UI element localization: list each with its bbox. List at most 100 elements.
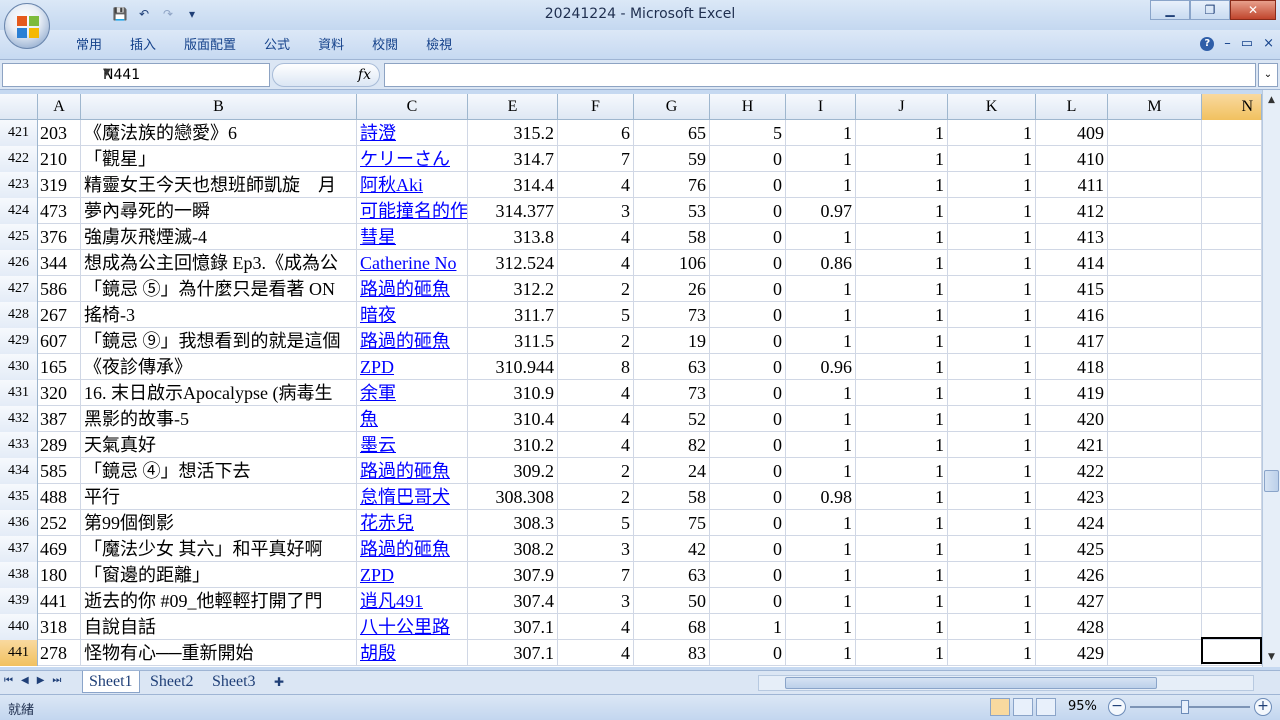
cell-l[interactable]: 427: [1036, 588, 1108, 614]
row-header[interactable]: 429: [0, 328, 38, 354]
empty-cell[interactable]: [1108, 536, 1202, 562]
cell-e[interactable]: 307.1: [468, 640, 558, 666]
cell-f[interactable]: 5: [558, 510, 634, 536]
cell-j[interactable]: 1: [856, 302, 948, 328]
cell-h[interactable]: 0: [710, 536, 786, 562]
insert-function-icon[interactable]: fx: [358, 67, 371, 83]
zoom-out-icon[interactable]: −: [1108, 698, 1126, 716]
author-link-cell[interactable]: 暗夜: [357, 302, 468, 328]
zoom-level[interactable]: 95%: [1068, 699, 1097, 714]
empty-cell[interactable]: [1202, 536, 1262, 562]
name-box-dropdown-icon[interactable]: ▼: [103, 67, 265, 78]
cell-k[interactable]: 1: [948, 458, 1036, 484]
cell-l[interactable]: 423: [1036, 484, 1108, 510]
empty-cell[interactable]: [1202, 120, 1262, 146]
empty-cell[interactable]: [1202, 198, 1262, 224]
author-link-cell[interactable]: 路過的砸魚: [357, 536, 468, 562]
cell-g[interactable]: 83: [634, 640, 710, 666]
cell-k[interactable]: 1: [948, 510, 1036, 536]
cell-l[interactable]: 418: [1036, 354, 1108, 380]
cell-j[interactable]: 1: [856, 640, 948, 666]
author-link-cell[interactable]: 余軍: [357, 380, 468, 406]
cell-e[interactable]: 308.308: [468, 484, 558, 510]
cell-j[interactable]: 1: [856, 562, 948, 588]
cell-f[interactable]: 2: [558, 484, 634, 510]
cell-j[interactable]: 1: [856, 328, 948, 354]
cell-i[interactable]: 1: [786, 146, 856, 172]
cell-h[interactable]: 0: [710, 588, 786, 614]
cell-g[interactable]: 76: [634, 172, 710, 198]
cell-e[interactable]: 308.3: [468, 510, 558, 536]
cell-b[interactable]: 「鏡忌 ⑤」為什麼只是看著 ON: [81, 276, 357, 302]
cell-a[interactable]: 387: [38, 406, 81, 432]
cell-a[interactable]: 585: [38, 458, 81, 484]
cell-b[interactable]: 自說自話: [81, 614, 357, 640]
cell-i[interactable]: 1: [786, 276, 856, 302]
column-header-m[interactable]: M: [1108, 94, 1202, 120]
cell-h[interactable]: 0: [710, 224, 786, 250]
cell-g[interactable]: 68: [634, 614, 710, 640]
cell-e[interactable]: 314.4: [468, 172, 558, 198]
tab-view[interactable]: 檢視: [412, 36, 466, 56]
cell-g[interactable]: 42: [634, 536, 710, 562]
close-button[interactable]: ✕: [1230, 0, 1276, 20]
row-header[interactable]: 432: [0, 406, 38, 432]
empty-cell[interactable]: [1202, 484, 1262, 510]
cell-e[interactable]: 307.9: [468, 562, 558, 588]
cell-i[interactable]: 1: [786, 224, 856, 250]
cell-k[interactable]: 1: [948, 172, 1036, 198]
author-link-cell[interactable]: 詩澄: [357, 120, 468, 146]
author-link-cell[interactable]: 八十公里路: [357, 614, 468, 640]
cell-j[interactable]: 1: [856, 224, 948, 250]
cell-b[interactable]: 「魔法少女 其六」和平真好啊: [81, 536, 357, 562]
normal-view-icon[interactable]: [990, 698, 1010, 716]
author-link-cell[interactable]: ZPD: [357, 562, 468, 588]
empty-cell[interactable]: [1108, 588, 1202, 614]
empty-cell[interactable]: [1108, 146, 1202, 172]
cell-i[interactable]: 1: [786, 406, 856, 432]
cell-b[interactable]: 第99個倒影: [81, 510, 357, 536]
column-header-j[interactable]: J: [856, 94, 948, 120]
cell-g[interactable]: 52: [634, 406, 710, 432]
cell-l[interactable]: 417: [1036, 328, 1108, 354]
first-sheet-icon[interactable]: ⏮: [4, 675, 13, 686]
cell-i[interactable]: 1: [786, 562, 856, 588]
column-header-a[interactable]: A: [38, 94, 81, 120]
cell-i[interactable]: 1: [786, 510, 856, 536]
prev-sheet-icon[interactable]: ◀: [21, 675, 29, 686]
column-header-f[interactable]: F: [558, 94, 634, 120]
cell-e[interactable]: 309.2: [468, 458, 558, 484]
empty-cell[interactable]: [1202, 172, 1262, 198]
cell-k[interactable]: 1: [948, 250, 1036, 276]
cell-l[interactable]: 428: [1036, 614, 1108, 640]
empty-cell[interactable]: [1108, 354, 1202, 380]
row-header[interactable]: 439: [0, 588, 38, 614]
cell-e[interactable]: 311.5: [468, 328, 558, 354]
author-link-cell[interactable]: 墨云: [357, 432, 468, 458]
cell-h[interactable]: 0: [710, 328, 786, 354]
cell-b[interactable]: 「觀星」: [81, 146, 357, 172]
cell-g[interactable]: 26: [634, 276, 710, 302]
cell-k[interactable]: 1: [948, 484, 1036, 510]
author-link-cell[interactable]: 路過的砸魚: [357, 328, 468, 354]
cell-k[interactable]: 1: [948, 302, 1036, 328]
workbook-close-button[interactable]: ×: [1263, 36, 1274, 51]
cell-g[interactable]: 73: [634, 380, 710, 406]
cell-f[interactable]: 3: [558, 588, 634, 614]
cell-a[interactable]: 376: [38, 224, 81, 250]
cell-b[interactable]: 天氣真好: [81, 432, 357, 458]
cell-e[interactable]: 311.7: [468, 302, 558, 328]
row-header[interactable]: 421: [0, 120, 38, 146]
column-header-c[interactable]: C: [357, 94, 468, 120]
workbook-minimize-button[interactable]: –: [1224, 36, 1231, 51]
page-break-preview-icon[interactable]: [1036, 698, 1056, 716]
cell-l[interactable]: 429: [1036, 640, 1108, 666]
cell-a[interactable]: 319: [38, 172, 81, 198]
cell-g[interactable]: 58: [634, 224, 710, 250]
cell-i[interactable]: 0.97: [786, 198, 856, 224]
author-link-cell[interactable]: 路過的砸魚: [357, 276, 468, 302]
cell-g[interactable]: 63: [634, 354, 710, 380]
cell-f[interactable]: 2: [558, 276, 634, 302]
cell-i[interactable]: 1: [786, 432, 856, 458]
empty-cell[interactable]: [1202, 380, 1262, 406]
